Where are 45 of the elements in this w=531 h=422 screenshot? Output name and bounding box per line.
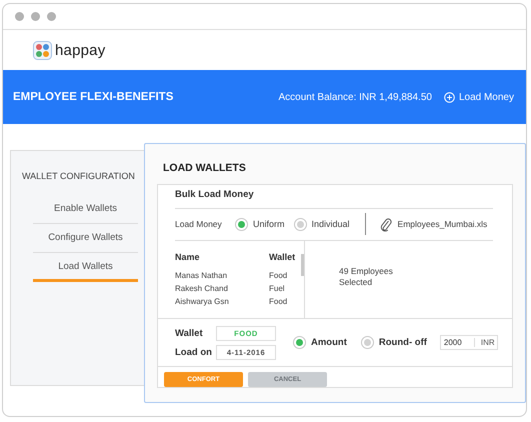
sidebar-title: WALLET CONFIGURATION: [22, 171, 136, 181]
radio-option[interactable]: Uniform: [235, 218, 285, 231]
table-cell-text: Manas Nathan: [175, 270, 228, 282]
amount-field[interactable]: 2000 INR: [440, 335, 498, 350]
radio-label: Amount: [311, 337, 347, 348]
radio-button[interactable]: [294, 218, 307, 231]
plus-circle-icon: [444, 92, 455, 102]
file-name[interactable]: Employees_Mumbai.xls: [398, 219, 488, 230]
wallet-label: Wallet: [175, 328, 204, 339]
radio-option[interactable]: Amount: [293, 336, 347, 350]
logo-icon: [33, 40, 52, 60]
logo-text: happay: [55, 42, 106, 58]
page-title: EMPLOYEE FLEXI-BENEFITS: [13, 91, 174, 103]
sidebar-item[interactable]: Enable Wallets: [33, 195, 138, 224]
amount-value: 2000: [440, 338, 475, 348]
table-cell-text: Food: [269, 296, 288, 308]
table-cell-text: Aishwarya Gsn: [175, 296, 230, 308]
radio-label: Individual: [312, 219, 350, 230]
radio-option[interactable]: Round- off: [360, 336, 427, 350]
window-dot-icon[interactable]: [15, 12, 24, 21]
scrollbar[interactable]: [301, 254, 304, 276]
radio-label: Round- off: [378, 337, 427, 348]
selection-summary: 49 Employees Selected: [339, 266, 394, 288]
section-title: Bulk Load Money: [174, 188, 255, 202]
account-balance: Account Balance: INR 1,49,884.50: [278, 92, 432, 102]
radio-button[interactable]: [235, 218, 248, 231]
radio-button[interactable]: [360, 336, 374, 350]
load-on-label: Load on: [175, 346, 213, 358]
table-cell-text: Rakesh Chand: [175, 284, 229, 295]
column-header: Name: [175, 252, 269, 271]
load-money-link[interactable]: Load Money: [444, 92, 514, 102]
paperclip-icon: [380, 216, 392, 232]
window-dot-icon[interactable]: [31, 12, 40, 21]
table-cell-text: Fuel: [269, 284, 286, 295]
radio-option[interactable]: Individual: [294, 218, 350, 231]
currency-label: INR: [480, 338, 495, 348]
sidebar-item[interactable]: Load Wallets: [33, 253, 138, 282]
table-cell-text: Food: [269, 270, 288, 282]
column-header: Wallet: [269, 252, 296, 264]
radio-label: Uniform: [253, 219, 285, 230]
radio-button[interactable]: [293, 336, 306, 350]
window-dot-icon[interactable]: [47, 12, 56, 21]
sidebar-item[interactable]: Configure Wallets: [33, 224, 138, 253]
load-money-label: Load Money: [175, 219, 223, 230]
modal-title: LOAD WALLETS: [162, 161, 247, 176]
